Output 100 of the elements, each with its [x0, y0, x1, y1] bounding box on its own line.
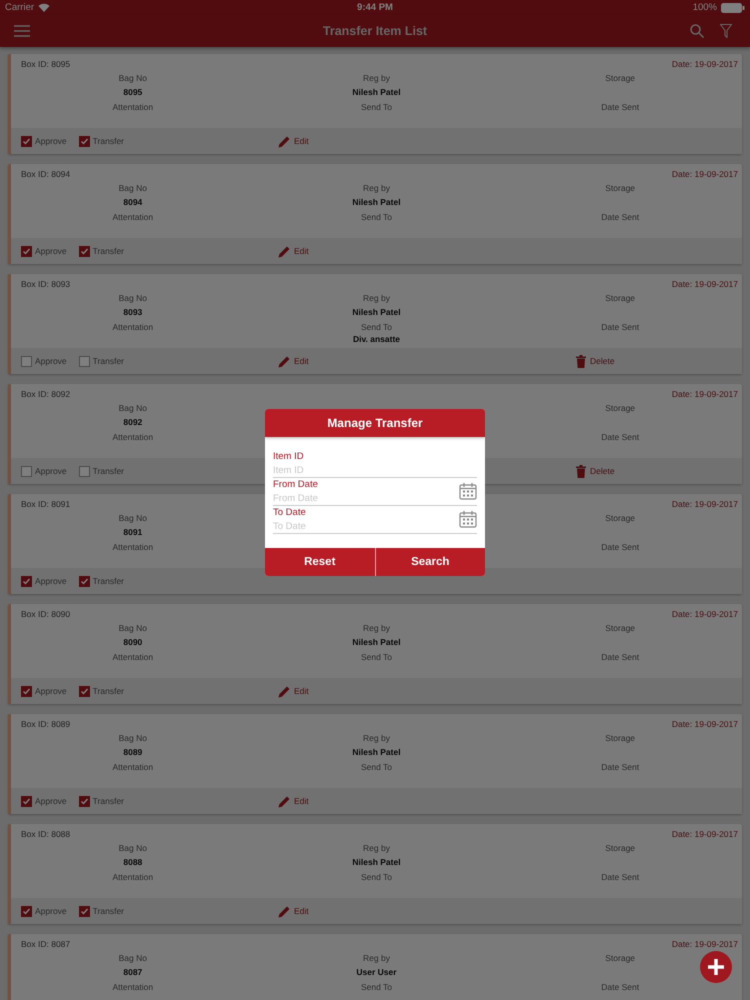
- approve-checkbox[interactable]: [21, 796, 32, 806]
- edit-link[interactable]: Edit: [294, 686, 309, 696]
- transfer-checkbox[interactable]: [78, 246, 90, 256]
- pencil-icon[interactable]: [278, 904, 291, 918]
- card-date: Date: 19-09-2017: [672, 169, 738, 181]
- transfer-checkbox[interactable]: [78, 356, 90, 366]
- bag-number: 8091: [123, 526, 142, 539]
- check-icon: [22, 576, 31, 586]
- checkbox-label[interactable]: Approve: [35, 466, 67, 476]
- reset-button[interactable]: Reset: [265, 548, 374, 576]
- battery-percent: 100%: [692, 2, 717, 13]
- field-label: Bag No: [118, 952, 147, 965]
- checkbox-label[interactable]: Approve: [35, 136, 67, 146]
- card-date: Date: 19-09-2017: [672, 939, 738, 951]
- checkbox-label[interactable]: Approve: [35, 356, 67, 366]
- edit-link[interactable]: Edit: [294, 796, 309, 806]
- registered-by: Nilesh Patel: [352, 636, 401, 649]
- approve-checkbox[interactable]: [21, 136, 32, 146]
- check-icon: [22, 246, 31, 256]
- approve-checkbox[interactable]: [21, 576, 32, 586]
- transfer-checkbox[interactable]: [78, 796, 90, 806]
- approve-checkbox[interactable]: [21, 906, 32, 916]
- edit-link[interactable]: Edit: [294, 136, 309, 146]
- field-label: Bag No: [118, 182, 147, 195]
- approve-checkbox[interactable]: [21, 686, 32, 696]
- calendar-icon[interactable]: [459, 510, 477, 528]
- check-icon: [80, 576, 89, 586]
- field-label: Bag No: [118, 512, 147, 525]
- checkbox-label[interactable]: Transfer: [92, 576, 124, 586]
- checkbox-label[interactable]: Transfer: [92, 136, 124, 146]
- field-label: Date Sent: [601, 541, 640, 554]
- check-icon: [80, 906, 89, 916]
- check-icon: [22, 796, 31, 806]
- bag-number: 8090: [123, 636, 142, 649]
- checkbox-label[interactable]: Transfer: [92, 246, 124, 256]
- field-label: Bag No: [118, 732, 147, 745]
- field-label: Bag No: [118, 292, 147, 305]
- field-label: Date Sent: [601, 101, 640, 114]
- transfer-checkbox[interactable]: [78, 466, 90, 476]
- field-label: Reg by: [363, 622, 390, 635]
- delete-link[interactable]: Delete: [590, 356, 615, 366]
- checkbox-label[interactable]: Transfer: [92, 466, 124, 476]
- checkbox-label[interactable]: Approve: [35, 576, 67, 586]
- field-label: Date Sent: [601, 431, 640, 444]
- checkbox-label[interactable]: Approve: [35, 686, 67, 696]
- checkbox-label[interactable]: Approve: [35, 906, 67, 916]
- field-label: Date Sent: [601, 651, 640, 664]
- pencil-icon[interactable]: [278, 684, 291, 698]
- registered-by: Nilesh Patel: [352, 196, 401, 209]
- field-label: Reg by: [363, 292, 390, 305]
- card-date: Date: 19-09-2017: [672, 609, 738, 621]
- send-to-value: Div. ansatte: [352, 334, 400, 345]
- edit-link[interactable]: Edit: [294, 246, 309, 256]
- approve-checkbox[interactable]: [21, 246, 32, 256]
- checkbox-label[interactable]: Transfer: [92, 686, 124, 696]
- edit-link[interactable]: Edit: [294, 356, 309, 366]
- field-label: Attentation: [112, 101, 154, 114]
- search-icon[interactable]: [690, 24, 704, 38]
- delete-link[interactable]: Delete: [590, 466, 615, 476]
- add-button[interactable]: [700, 951, 732, 983]
- checkbox-label[interactable]: Approve: [35, 246, 67, 256]
- pencil-icon[interactable]: [278, 244, 291, 258]
- field-label: To Date: [273, 507, 307, 519]
- trash-icon[interactable]: [576, 464, 586, 478]
- pencil-icon[interactable]: [278, 794, 291, 808]
- field-label: Bag No: [118, 622, 147, 635]
- filter-icon[interactable]: [720, 24, 732, 38]
- trash-icon[interactable]: [576, 354, 586, 368]
- checkbox-label[interactable]: Approve: [35, 796, 67, 806]
- field-label: Attentation: [112, 761, 154, 774]
- dialog-title: Manage Transfer: [265, 409, 485, 437]
- bag-number: 8087: [123, 966, 142, 979]
- field-label: From Date: [273, 479, 319, 491]
- approve-checkbox[interactable]: [21, 356, 32, 366]
- transfer-checkbox[interactable]: [78, 686, 90, 696]
- field-label: Attentation: [112, 981, 154, 994]
- transfer-checkbox[interactable]: [78, 906, 90, 916]
- pencil-icon[interactable]: [278, 354, 291, 368]
- transfer-checkbox[interactable]: [78, 576, 90, 586]
- checkbox-label[interactable]: Transfer: [92, 356, 124, 366]
- field-label: Send To: [360, 101, 392, 114]
- search-button[interactable]: Search: [374, 548, 485, 576]
- check-icon: [22, 686, 31, 696]
- calendar-icon[interactable]: [459, 482, 477, 500]
- bag-number: 8093: [123, 306, 142, 319]
- menu-icon[interactable]: [14, 25, 30, 37]
- field-label: Date Sent: [601, 211, 640, 224]
- checkbox-label[interactable]: Transfer: [92, 906, 124, 916]
- checkbox-label[interactable]: Transfer: [92, 796, 124, 806]
- field-label: Date Sent: [601, 761, 640, 774]
- page-title: Transfer Item List: [322, 24, 428, 38]
- transfer-checkbox[interactable]: [78, 136, 90, 146]
- pencil-icon[interactable]: [278, 134, 291, 148]
- registered-by: User User: [356, 966, 397, 979]
- field-label: Send To: [360, 651, 392, 664]
- card-date: Date: 19-09-2017: [672, 279, 738, 291]
- check-icon: [80, 796, 89, 806]
- edit-link[interactable]: Edit: [294, 906, 309, 916]
- approve-checkbox[interactable]: [21, 466, 32, 476]
- field-label: Attentation: [112, 871, 154, 884]
